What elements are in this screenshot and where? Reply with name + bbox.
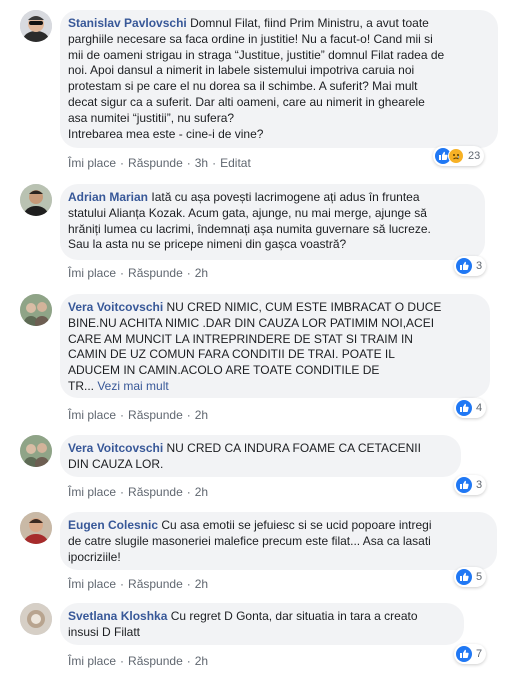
separator: ·: [120, 408, 125, 422]
separator: ·: [120, 156, 125, 170]
separator: ·: [186, 654, 191, 668]
comment-bubble: Eugen Colesnic Cu asa emotii se jefuiesc…: [60, 512, 497, 570]
avatar[interactable]: [20, 294, 52, 326]
separator: ·: [186, 577, 191, 591]
reply-button[interactable]: Răspunde: [128, 577, 183, 591]
separator: ·: [212, 156, 217, 170]
reply-button[interactable]: Răspunde: [128, 156, 183, 170]
separator: ·: [186, 156, 191, 170]
comment-author[interactable]: Vera Voitcovschi: [68, 441, 163, 455]
sad-reaction-icon: [448, 148, 464, 164]
reaction-count: 23: [468, 150, 481, 162]
reaction-count: 4: [476, 402, 483, 414]
comment-bubble: Vera Voitcovschi NU CRED CA INDURA FOAME…: [60, 435, 461, 477]
comment-actions: Îmi place · Răspunde · 2h: [68, 485, 208, 499]
comment-actions: Îmi place · Răspunde · 2h: [68, 654, 208, 668]
separator: ·: [186, 266, 191, 280]
like-reaction-icon: [456, 477, 472, 493]
separator: ·: [120, 485, 125, 499]
like-button[interactable]: Îmi place: [68, 654, 116, 668]
separator: ·: [186, 408, 191, 422]
see-more-link[interactable]: Vezi mai mult: [97, 379, 168, 393]
like-button[interactable]: Îmi place: [68, 156, 116, 170]
edited-label[interactable]: Editat: [220, 156, 251, 170]
comment-bubble: Vera Voitcovschi NU CRED NIMIC, CUM ESTE…: [60, 294, 490, 398]
reply-button[interactable]: Răspunde: [128, 485, 183, 499]
comment-actions: Îmi place · Răspunde · 2h: [68, 408, 208, 422]
reaction-count: 3: [476, 260, 483, 272]
comment-bubble: Adrian Marian Iată cu așa povești lacrim…: [60, 184, 485, 260]
avatar[interactable]: [20, 10, 52, 42]
comment-author[interactable]: Adrian Marian: [68, 190, 148, 204]
avatar[interactable]: [20, 512, 52, 544]
avatar[interactable]: [20, 603, 52, 635]
separator: ·: [186, 485, 191, 499]
comment-text: Domnul Filat, fiind Prim Ministru, a avu…: [68, 16, 445, 141]
like-button[interactable]: Îmi place: [68, 577, 116, 591]
like-button[interactable]: Îmi place: [68, 485, 116, 499]
comment-time[interactable]: 3h: [195, 156, 208, 170]
reaction-summary[interactable]: 3: [454, 256, 487, 276]
comment-actions: Îmi place · Răspunde · 3h · Editat: [68, 156, 251, 170]
comment-time[interactable]: 2h: [195, 266, 208, 280]
reaction-summary[interactable]: 7: [454, 644, 487, 664]
comment-author[interactable]: Stanislav Pavlovschi: [68, 16, 187, 30]
like-button[interactable]: Îmi place: [68, 266, 116, 280]
separator: ·: [120, 577, 125, 591]
reply-button[interactable]: Răspunde: [128, 654, 183, 668]
comment-author[interactable]: Eugen Colesnic: [68, 518, 158, 532]
reply-button[interactable]: Răspunde: [128, 266, 183, 280]
comment-time[interactable]: 2h: [195, 485, 208, 499]
like-reaction-icon: [456, 646, 472, 662]
avatar[interactable]: [20, 435, 52, 467]
comment-bubble: Stanislav Pavlovschi Domnul Filat, fiind…: [60, 10, 498, 148]
reaction-count: 3: [476, 479, 483, 491]
like-reaction-icon: [456, 258, 472, 274]
reaction-summary[interactable]: 4: [454, 398, 487, 418]
separator: ·: [120, 654, 125, 668]
comment-author[interactable]: Vera Voitcovschi: [68, 300, 163, 314]
comment-actions: Îmi place · Răspunde · 2h: [68, 266, 208, 280]
reaction-count: 7: [476, 648, 483, 660]
avatar[interactable]: [20, 184, 52, 216]
like-button[interactable]: Îmi place: [68, 408, 116, 422]
comment-author[interactable]: Svetlana Kloshka: [68, 609, 167, 623]
reaction-count: 5: [476, 571, 483, 583]
reaction-summary[interactable]: 23: [433, 146, 485, 166]
reaction-summary[interactable]: 3: [454, 475, 487, 495]
reaction-summary[interactable]: 5: [454, 567, 487, 587]
comment-time[interactable]: 2h: [195, 654, 208, 668]
comment-bubble: Svetlana Kloshka Cu regret D Gonta, dar …: [60, 603, 464, 645]
comment-time[interactable]: 2h: [195, 577, 208, 591]
separator: ·: [120, 266, 125, 280]
like-reaction-icon: [456, 400, 472, 416]
like-reaction-icon: [456, 569, 472, 585]
comment-actions: Îmi place · Răspunde · 2h: [68, 577, 208, 591]
comment-time[interactable]: 2h: [195, 408, 208, 422]
reply-button[interactable]: Răspunde: [128, 408, 183, 422]
